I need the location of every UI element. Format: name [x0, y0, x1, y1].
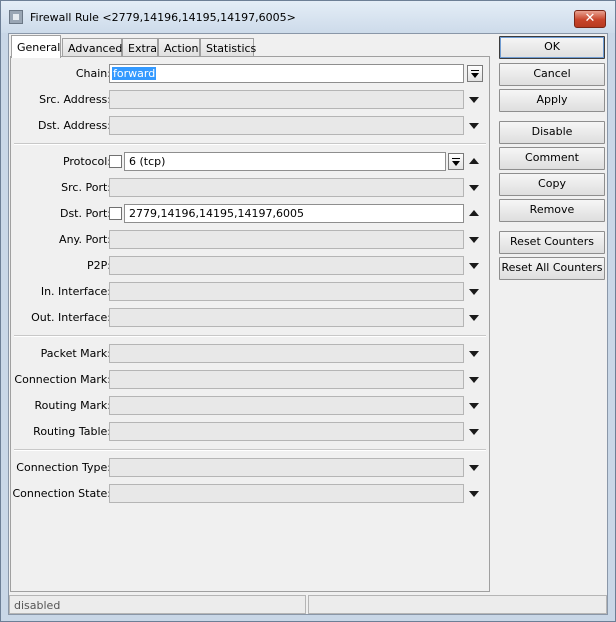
remove-button[interactable]: Remove: [499, 199, 605, 222]
protocol-field[interactable]: 6 (tcp): [124, 152, 446, 171]
status-bar: disabled: [9, 595, 607, 614]
any-port-field[interactable]: [109, 230, 464, 249]
chain-label: Chain:: [75, 67, 111, 80]
chain-row: Chain: forward: [11, 64, 489, 84]
out-interface-row: Out. Interface:: [11, 308, 489, 328]
connection-type-label: Connection Type:: [16, 461, 111, 474]
connection-state-field[interactable]: [109, 484, 464, 503]
src-port-label: Src. Port:: [61, 181, 111, 194]
src-port-expand-icon[interactable]: [469, 185, 479, 191]
cancel-button[interactable]: Cancel: [499, 63, 605, 86]
protocol-label: Protocol:: [62, 155, 111, 168]
packet-mark-field[interactable]: [109, 344, 464, 363]
reset-all-counters-button[interactable]: Reset All Counters: [499, 257, 605, 280]
protocol-row: Protocol: 6 (tcp): [11, 152, 489, 172]
tab-general[interactable]: General: [11, 35, 61, 58]
tab-action[interactable]: Action: [158, 38, 200, 57]
section-divider: [14, 449, 486, 451]
routing-table-expand-icon[interactable]: [469, 429, 479, 435]
protocol-invert-checkbox[interactable]: [109, 155, 122, 168]
title-bar[interactable]: Firewall Rule <2779,14196,14195,14197,60…: [1, 1, 615, 33]
out-interface-field[interactable]: [109, 308, 464, 327]
packet-mark-row: Packet Mark:: [11, 344, 489, 364]
out-interface-label: Out. Interface:: [31, 311, 111, 324]
connection-mark-row: Connection Mark:: [11, 370, 489, 390]
dst-port-invert-checkbox[interactable]: [109, 207, 122, 220]
disable-button[interactable]: Disable: [499, 121, 605, 144]
in-interface-expand-icon[interactable]: [469, 289, 479, 295]
section-divider: [14, 143, 486, 145]
tab-extra[interactable]: Extra: [122, 38, 158, 57]
src-port-row: Src. Port:: [11, 178, 489, 198]
routing-mark-label: Routing Mark:: [34, 399, 111, 412]
tab-advanced[interactable]: Advanced: [62, 38, 122, 57]
p2p-field[interactable]: [109, 256, 464, 275]
section-divider: [14, 335, 486, 337]
chain-value: forward: [112, 67, 157, 80]
dialog-body: General Advanced Extra Action Statistics…: [8, 33, 608, 615]
p2p-label: P2P:: [87, 259, 111, 272]
firewall-rule-window: Firewall Rule <2779,14196,14195,14197,60…: [0, 0, 616, 622]
connection-mark-label: Connection Mark:: [14, 373, 111, 386]
chain-field[interactable]: forward: [109, 64, 464, 83]
close-button[interactable]: ✕: [574, 10, 606, 28]
in-interface-field[interactable]: [109, 282, 464, 301]
connection-type-expand-icon[interactable]: [469, 465, 479, 471]
in-interface-label: In. Interface:: [40, 285, 111, 298]
dst-port-collapse-icon[interactable]: [469, 210, 479, 216]
routing-table-field[interactable]: [109, 422, 464, 441]
routing-mark-row: Routing Mark:: [11, 396, 489, 416]
routing-mark-expand-icon[interactable]: [469, 403, 479, 409]
dst-address-field[interactable]: [109, 116, 464, 135]
reset-counters-button[interactable]: Reset Counters: [499, 231, 605, 254]
in-interface-row: In. Interface:: [11, 282, 489, 302]
dst-port-row: Dst. Port: 2779,14196,14195,14197,6005: [11, 204, 489, 224]
dst-address-row: Dst. Address:: [11, 116, 489, 136]
ok-button[interactable]: OK: [499, 36, 605, 59]
any-port-label: Any. Port:: [59, 233, 111, 246]
src-address-label: Src. Address:: [39, 93, 111, 106]
window-icon: [9, 10, 23, 24]
dst-port-value: 2779,14196,14195,14197,6005: [129, 207, 304, 220]
connection-state-label: Connection State:: [12, 487, 111, 500]
any-port-expand-icon[interactable]: [469, 237, 479, 243]
connection-type-field[interactable]: [109, 458, 464, 477]
chain-dropdown-button[interactable]: [467, 65, 483, 82]
routing-table-label: Routing Table:: [33, 425, 111, 438]
status-extra: [308, 595, 607, 614]
p2p-row: P2P:: [11, 256, 489, 276]
dst-port-label: Dst. Port:: [59, 207, 111, 220]
dst-port-field[interactable]: 2779,14196,14195,14197,6005: [124, 204, 464, 223]
out-interface-expand-icon[interactable]: [469, 315, 479, 321]
routing-mark-field[interactable]: [109, 396, 464, 415]
window-title: Firewall Rule <2779,14196,14195,14197,60…: [30, 11, 296, 24]
packet-mark-expand-icon[interactable]: [469, 351, 479, 357]
protocol-dropdown-button[interactable]: [448, 153, 464, 170]
dst-address-expand-icon[interactable]: [469, 123, 479, 129]
src-address-row: Src. Address:: [11, 90, 489, 110]
connection-mark-field[interactable]: [109, 370, 464, 389]
comment-button[interactable]: Comment: [499, 147, 605, 170]
connection-state-expand-icon[interactable]: [469, 491, 479, 497]
any-port-row: Any. Port:: [11, 230, 489, 250]
src-address-field[interactable]: [109, 90, 464, 109]
src-address-expand-icon[interactable]: [469, 97, 479, 103]
routing-table-row: Routing Table:: [11, 422, 489, 442]
p2p-expand-icon[interactable]: [469, 263, 479, 269]
protocol-collapse-icon[interactable]: [469, 158, 479, 164]
tab-statistics[interactable]: Statistics: [200, 38, 256, 57]
packet-mark-label: Packet Mark:: [40, 347, 111, 360]
src-port-field[interactable]: [109, 178, 464, 197]
copy-button[interactable]: Copy: [499, 173, 605, 196]
connection-state-row: Connection State:: [11, 484, 489, 504]
dst-address-label: Dst. Address:: [37, 119, 111, 132]
status-state: disabled: [9, 595, 306, 614]
general-tab-panel: Chain: forward Src. Address: Dst. Addres…: [10, 56, 490, 592]
connection-mark-expand-icon[interactable]: [469, 377, 479, 383]
apply-button[interactable]: Apply: [499, 89, 605, 112]
connection-type-row: Connection Type:: [11, 458, 489, 478]
protocol-value: 6 (tcp): [129, 155, 166, 168]
